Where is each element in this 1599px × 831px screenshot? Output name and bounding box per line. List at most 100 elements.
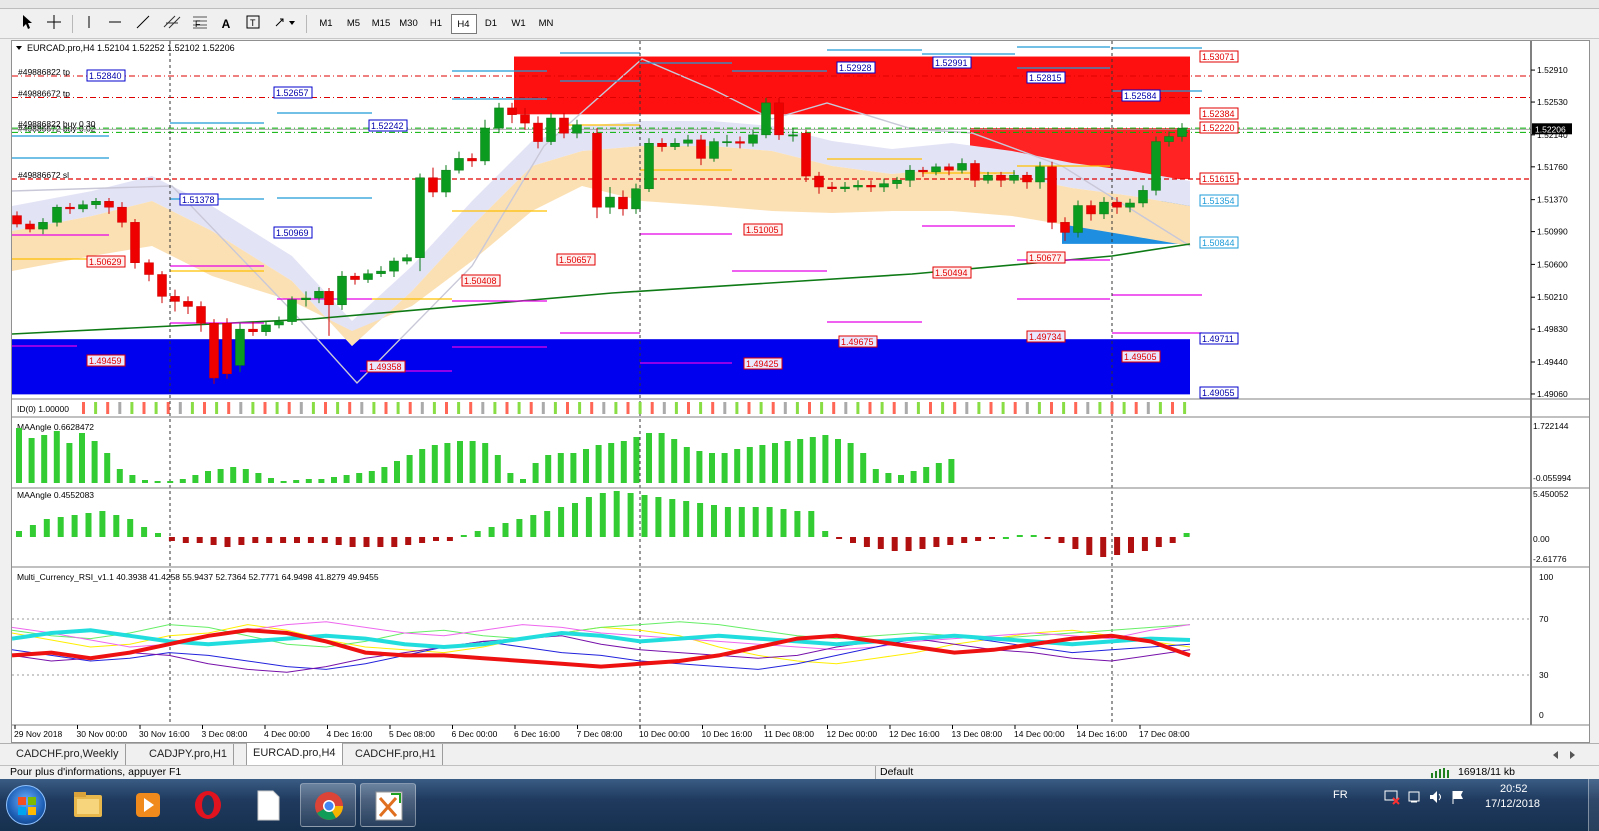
candle (788, 134, 798, 137)
id-indicator-bar (106, 402, 110, 414)
candle (389, 260, 399, 272)
time-axis-label: 10 Dec 00:00 (639, 729, 690, 739)
device-icon[interactable] (1406, 789, 1422, 805)
id-indicator-bar (275, 402, 279, 414)
explorer-taskbar-icon[interactable] (60, 783, 116, 827)
ma-angle-2-bar (294, 537, 300, 543)
ma-angle-1-bar (709, 453, 715, 483)
id-indicator-bar (1158, 402, 1162, 414)
timeframe-m1[interactable]: M1 (313, 14, 339, 34)
price-tag-text: 1.49711 (1202, 334, 1234, 344)
candle (104, 201, 114, 208)
channel-icon[interactable] (160, 14, 184, 34)
ma-angle-1-bar (16, 428, 22, 483)
price-tag-text: 1.51354 (1202, 196, 1235, 206)
chrome-taskbar-icon[interactable] (300, 783, 356, 827)
id-indicator-bar (203, 402, 206, 414)
toolbar: F A T M1 M5 M15 M30 H1 H4 D1 W1 MN (0, 9, 1599, 39)
ma-angle-2-bar (572, 503, 578, 537)
candle (866, 185, 876, 188)
volume-icon[interactable] (1428, 789, 1444, 805)
chart-tab[interactable]: CADCHF.pro,Weekly (10, 744, 126, 765)
chart-tab[interactable]: CADCHF.pro,H1 (349, 744, 443, 765)
chart-canvas[interactable]: #49886822 tp#49886672 tp#49886822 buy 0.… (12, 41, 1589, 742)
timeframe-m30[interactable]: M30 (396, 14, 422, 34)
ma-angle-1-bar (898, 475, 904, 483)
ma-angle-1-bar (129, 475, 136, 483)
price-tag-text: 1.49459 (89, 356, 122, 366)
chart-window[interactable]: #49886822 tp #49886672 tp #49886822 buy 0.… (11, 40, 1590, 743)
arrows-dropdown-icon[interactable] (272, 14, 300, 34)
id-indicator-bar (384, 402, 388, 414)
candle (879, 183, 889, 188)
timeframe-w1[interactable]: W1 (506, 14, 532, 34)
show-desktop-button[interactable] (1588, 779, 1599, 831)
crosshair-icon[interactable] (44, 14, 64, 34)
id-indicator-bar (916, 402, 920, 414)
ma-angle-2-bar (1141, 537, 1148, 551)
timeframe-m5[interactable]: M5 (341, 14, 367, 34)
ma-angle-2-bar (808, 511, 815, 537)
time-axis-label: 29 Nov 2018 (14, 729, 62, 739)
tab-scroll-arrows[interactable] (1545, 748, 1585, 762)
time-axis-label: 3 Dec 08:00 (202, 729, 248, 739)
candle (957, 163, 967, 171)
ma-angle-2-bar (711, 505, 717, 537)
media-player-taskbar-icon[interactable] (120, 783, 176, 827)
start-button[interactable] (6, 785, 46, 825)
order-line-label: #49886672 sl (18, 170, 69, 180)
id-indicator-bar (578, 402, 582, 414)
level-tag-red: 1.49734 (1026, 330, 1066, 343)
right-level-tag: 1.52384 (1199, 107, 1239, 120)
price-axis-label: 1.49060 (1537, 389, 1568, 399)
clock-date[interactable]: 17/12/2018 (1485, 798, 1540, 810)
timeframe-d1[interactable]: D1 (478, 14, 504, 34)
text-label-icon[interactable]: T (244, 14, 262, 34)
candle (1099, 201, 1109, 215)
opera-taskbar-icon[interactable] (180, 783, 236, 827)
ma-angle-1-bar (217, 469, 224, 483)
chart-tab[interactable]: CADJPY.pro,H1 (143, 744, 235, 765)
fibonacci-icon[interactable]: F (190, 14, 210, 34)
ma-angle-1-bar (734, 449, 741, 483)
id-indicator-bar (263, 402, 267, 414)
timeframe-mn[interactable]: MN (533, 14, 559, 34)
id-indicator-bar (783, 402, 787, 414)
timeframe-m15[interactable]: M15 (368, 14, 394, 34)
timeframe-h1[interactable]: H1 (423, 14, 449, 34)
network-icon[interactable] (1383, 789, 1401, 805)
ma-angle-2-bar (655, 497, 662, 537)
ma-angle-2-bar (419, 537, 426, 543)
metatrader-taskbar-icon[interactable] (360, 783, 416, 827)
horizontal-line-icon[interactable] (106, 14, 124, 34)
candle (696, 139, 706, 159)
ma-angle-2-bar (266, 537, 273, 543)
level-tag-blue: 1.50969 (273, 226, 313, 239)
ma-angle-2-bar (780, 509, 787, 537)
id-indicator-bar (1183, 402, 1187, 414)
price-tag-text: 1.51005 (746, 225, 779, 235)
ma-angle-1-bar (79, 433, 85, 483)
ma-angle-1-bar (595, 445, 602, 483)
candle (774, 102, 784, 136)
id-indicator-bar (227, 402, 231, 414)
right-level-tag: 1.51615 (1199, 172, 1239, 185)
vertical-line-icon[interactable] (80, 14, 98, 34)
candle (324, 291, 334, 306)
flag-icon[interactable] (1450, 789, 1466, 805)
timeframe-h4[interactable]: H4 (450, 14, 477, 34)
language-indicator[interactable]: FR (1333, 789, 1348, 801)
clock-time[interactable]: 20:52 (1500, 783, 1528, 795)
notepad-taskbar-icon[interactable] (240, 783, 296, 827)
chart-tab[interactable]: EURCAD.pro,H4 (246, 743, 343, 765)
level-tag-blue: 1.52991 (932, 56, 972, 69)
text-icon[interactable]: A (218, 14, 234, 34)
candle (657, 143, 667, 147)
cursor-icon[interactable] (18, 14, 36, 34)
price-tag-text: 1.49734 (1029, 332, 1062, 342)
level-tag-red: 1.50629 (86, 255, 126, 268)
ma-angle-1-bar (444, 443, 451, 483)
candle (144, 262, 154, 275)
trendline-icon[interactable] (134, 14, 152, 34)
ma-angle-2-bar (168, 537, 175, 541)
